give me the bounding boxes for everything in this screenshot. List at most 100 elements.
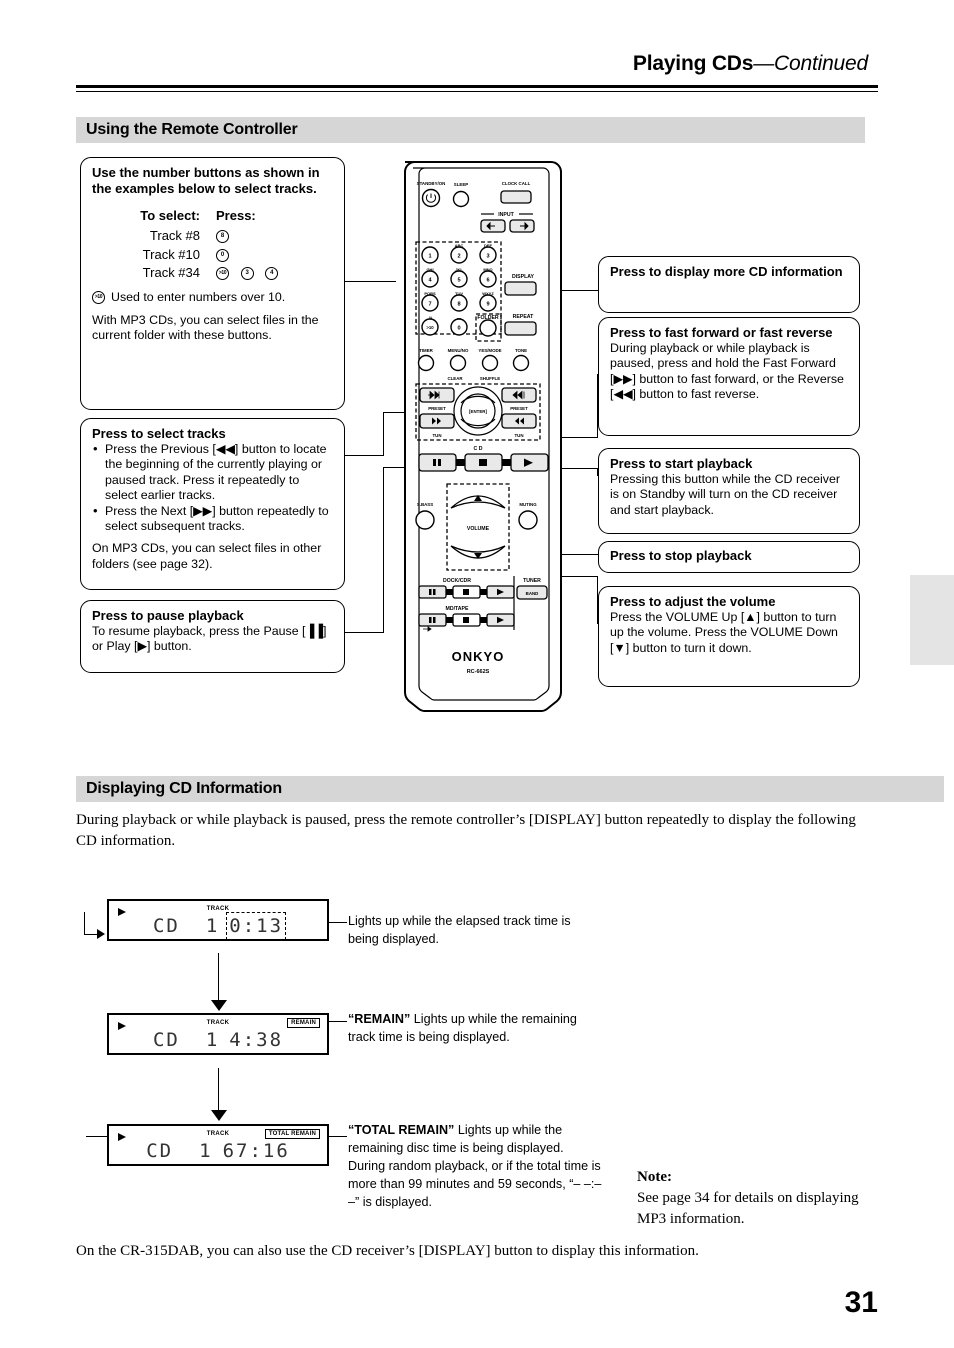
header-title-main: Playing CDs bbox=[632, 52, 754, 75]
lcd-display-remain: TRACK REMAIN CD 1 4:38 bbox=[107, 1013, 329, 1055]
fast-forward-callout: Press to fast forward or fast reverse Du… bbox=[598, 317, 860, 436]
svg-text:BAND: BAND bbox=[526, 591, 539, 596]
volume-heading: Press to adjust the volume bbox=[610, 594, 776, 609]
svg-text:SHUFFLE: SHUFFLE bbox=[480, 376, 500, 381]
mp3-folder-note: With MP3 CDs, you can select files in th… bbox=[92, 312, 319, 342]
pause-heading: Press to pause playback bbox=[92, 608, 244, 623]
flow-line-in-h bbox=[84, 934, 98, 936]
svg-text:5: 5 bbox=[457, 278, 460, 284]
svg-text:PRESET: PRESET bbox=[510, 406, 528, 411]
svg-text:CLOCK CALL: CLOCK CALL bbox=[502, 181, 531, 186]
lcd1-caption: Lights up while the elapsed track time i… bbox=[348, 912, 600, 948]
list-item: Press the Previous [◀◀] button to locate… bbox=[92, 441, 334, 504]
svg-text:3: 3 bbox=[486, 254, 489, 260]
svg-text:STANDBY/ON: STANDBY/ON bbox=[417, 181, 446, 186]
fast-forward-heading: Press to fast forward or fast reverse bbox=[610, 325, 833, 340]
lcd1-caption-leader bbox=[329, 922, 347, 924]
keypad-glyph-8: 8 bbox=[216, 230, 229, 244]
svg-text:1: 1 bbox=[428, 254, 431, 260]
lcd3-caption-leader bbox=[329, 1136, 347, 1138]
svg-text:VOLUME: VOLUME bbox=[467, 526, 490, 532]
svg-text:DISPLAY: DISPLAY bbox=[512, 274, 535, 280]
section-heading-displaying-cd-info: Displaying CD Information bbox=[76, 776, 944, 802]
over-ten-note: >10 Used to enter numbers over 10. bbox=[92, 290, 334, 305]
svg-text:CLEAR: CLEAR bbox=[447, 376, 463, 381]
lcd3-left-leader bbox=[86, 1136, 108, 1138]
lcd-display-elapsed: TRACK CD 1 0:13 bbox=[107, 899, 329, 941]
track-label: Track #10 bbox=[142, 246, 200, 262]
svg-text:9: 9 bbox=[486, 302, 489, 308]
lcd3-caption-title: “TOTAL REMAIN” bbox=[348, 1123, 455, 1137]
leader-line-select-b bbox=[383, 412, 385, 456]
table-row: Track #34 >10 3 4 bbox=[92, 264, 334, 282]
flow-line-in-v bbox=[84, 912, 86, 934]
flow-line-1-2 bbox=[218, 953, 220, 1005]
track-indicator-label: TRACK bbox=[206, 1020, 230, 1026]
lcd3-caption: “TOTAL REMAIN” Lights up while the remai… bbox=[348, 1121, 604, 1211]
display-section-footer: On the CR-315DAB, you can also use the C… bbox=[76, 1243, 699, 1259]
svg-text:TUNER: TUNER bbox=[523, 578, 541, 584]
track-example-table: To select: Press: Track #8 8 Track #10 0… bbox=[92, 206, 334, 282]
header-rule-thin bbox=[76, 91, 878, 92]
display-info-callout: Press to display more CD information bbox=[598, 256, 860, 313]
total-remain-indicator-badge: TOTAL REMAIN bbox=[264, 1129, 320, 1139]
svg-text:MD/TAPE: MD/TAPE bbox=[446, 606, 469, 612]
remain-indicator-badge: REMAIN bbox=[287, 1018, 320, 1028]
leader-line-numberpad bbox=[344, 281, 396, 283]
volume-callout: Press to adjust the volume Press the VOL… bbox=[598, 586, 860, 687]
display-info-heading: Press to display more CD information bbox=[610, 264, 843, 279]
header-title-continued: —Continued bbox=[753, 52, 868, 75]
flow-arrow-1-2 bbox=[211, 1000, 227, 1011]
lcd-source: CD bbox=[152, 1029, 180, 1051]
side-tab-marker bbox=[910, 575, 954, 665]
table-row: Track #8 8 bbox=[92, 227, 334, 245]
svg-text:REPEAT: REPEAT bbox=[513, 314, 534, 320]
svg-text:TIMER: TIMER bbox=[419, 348, 433, 353]
svg-text:6: 6 bbox=[486, 278, 489, 284]
track-indicator-label: TRACK bbox=[206, 1131, 230, 1137]
lcd-track-number: 1 bbox=[199, 1140, 213, 1162]
note-body: See page 34 for details on displaying MP… bbox=[637, 1190, 859, 1227]
header-rule-thick bbox=[76, 85, 878, 88]
svg-text:ONKYO: ONKYO bbox=[452, 649, 505, 664]
pause-body: To resume playback, press the Pause [▐▐]… bbox=[92, 624, 327, 654]
lcd2-caption: “REMAIN” Lights up while the remaining t… bbox=[348, 1010, 600, 1046]
lcd-segment-text: CD 1 67:16 bbox=[109, 1140, 327, 1162]
svg-text:MUTING: MUTING bbox=[519, 502, 537, 507]
leader-line-select-a bbox=[344, 455, 384, 457]
keypad-glyph-0: 0 bbox=[216, 248, 229, 262]
svg-text:C D: C D bbox=[474, 446, 483, 452]
lcd-time: 4:38 bbox=[229, 1029, 284, 1051]
number-box-heading: Use the number buttons as shown in the e… bbox=[92, 165, 320, 196]
svg-text:PRESET: PRESET bbox=[428, 406, 446, 411]
number-buttons-callout: Use the number buttons as shown in the e… bbox=[80, 157, 345, 410]
select-tracks-bullets: Press the Previous [◀◀] button to locate… bbox=[92, 441, 334, 534]
lcd-display-total-remain: TRACK TOTAL REMAIN CD 1 67:16 bbox=[107, 1124, 329, 1166]
track-label: Track #8 bbox=[149, 228, 200, 244]
flow-line-2-3 bbox=[218, 1068, 220, 1116]
svg-text:INPUT: INPUT bbox=[498, 212, 514, 218]
start-playback-body: Pressing this button while the CD receiv… bbox=[610, 472, 841, 517]
svg-text:TUN: TUN bbox=[432, 433, 441, 438]
leader-line-pause-a bbox=[344, 632, 384, 634]
remote-controller-illustration: .body{fill:#fff;stroke:#000;stroke-width… bbox=[393, 158, 563, 730]
column-header-to-select: To select: bbox=[140, 207, 200, 223]
lcd-segment-text: CD 1 4:38 bbox=[109, 1029, 327, 1051]
stop-playback-heading: Press to stop playback bbox=[610, 548, 752, 563]
svg-text:2: 2 bbox=[457, 254, 460, 260]
stop-playback-callout: Press to stop playback bbox=[598, 541, 860, 573]
svg-text:[ENTER]: [ENTER] bbox=[469, 409, 487, 414]
lcd1-caption-body: Lights up while the elapsed track time i… bbox=[348, 914, 571, 946]
flow-arrow-in bbox=[97, 929, 105, 939]
svg-text:TUN: TUN bbox=[514, 433, 523, 438]
lcd-segment-text: CD 1 0:13 bbox=[109, 912, 327, 940]
keypad-glyph-over10: >10 bbox=[216, 267, 229, 281]
lcd-track-number: 1 bbox=[205, 1029, 220, 1051]
svg-text:TONE: TONE bbox=[515, 348, 527, 353]
svg-text:MENU/NO: MENU/NO bbox=[448, 348, 469, 353]
svg-text:RC-662S: RC-662S bbox=[467, 669, 490, 675]
lcd-source: CD bbox=[152, 915, 180, 937]
keypad-glyph-over10-icon: >10 bbox=[92, 291, 105, 305]
start-playback-heading: Press to start playback bbox=[610, 456, 753, 471]
track-label: Track #34 bbox=[142, 265, 200, 281]
